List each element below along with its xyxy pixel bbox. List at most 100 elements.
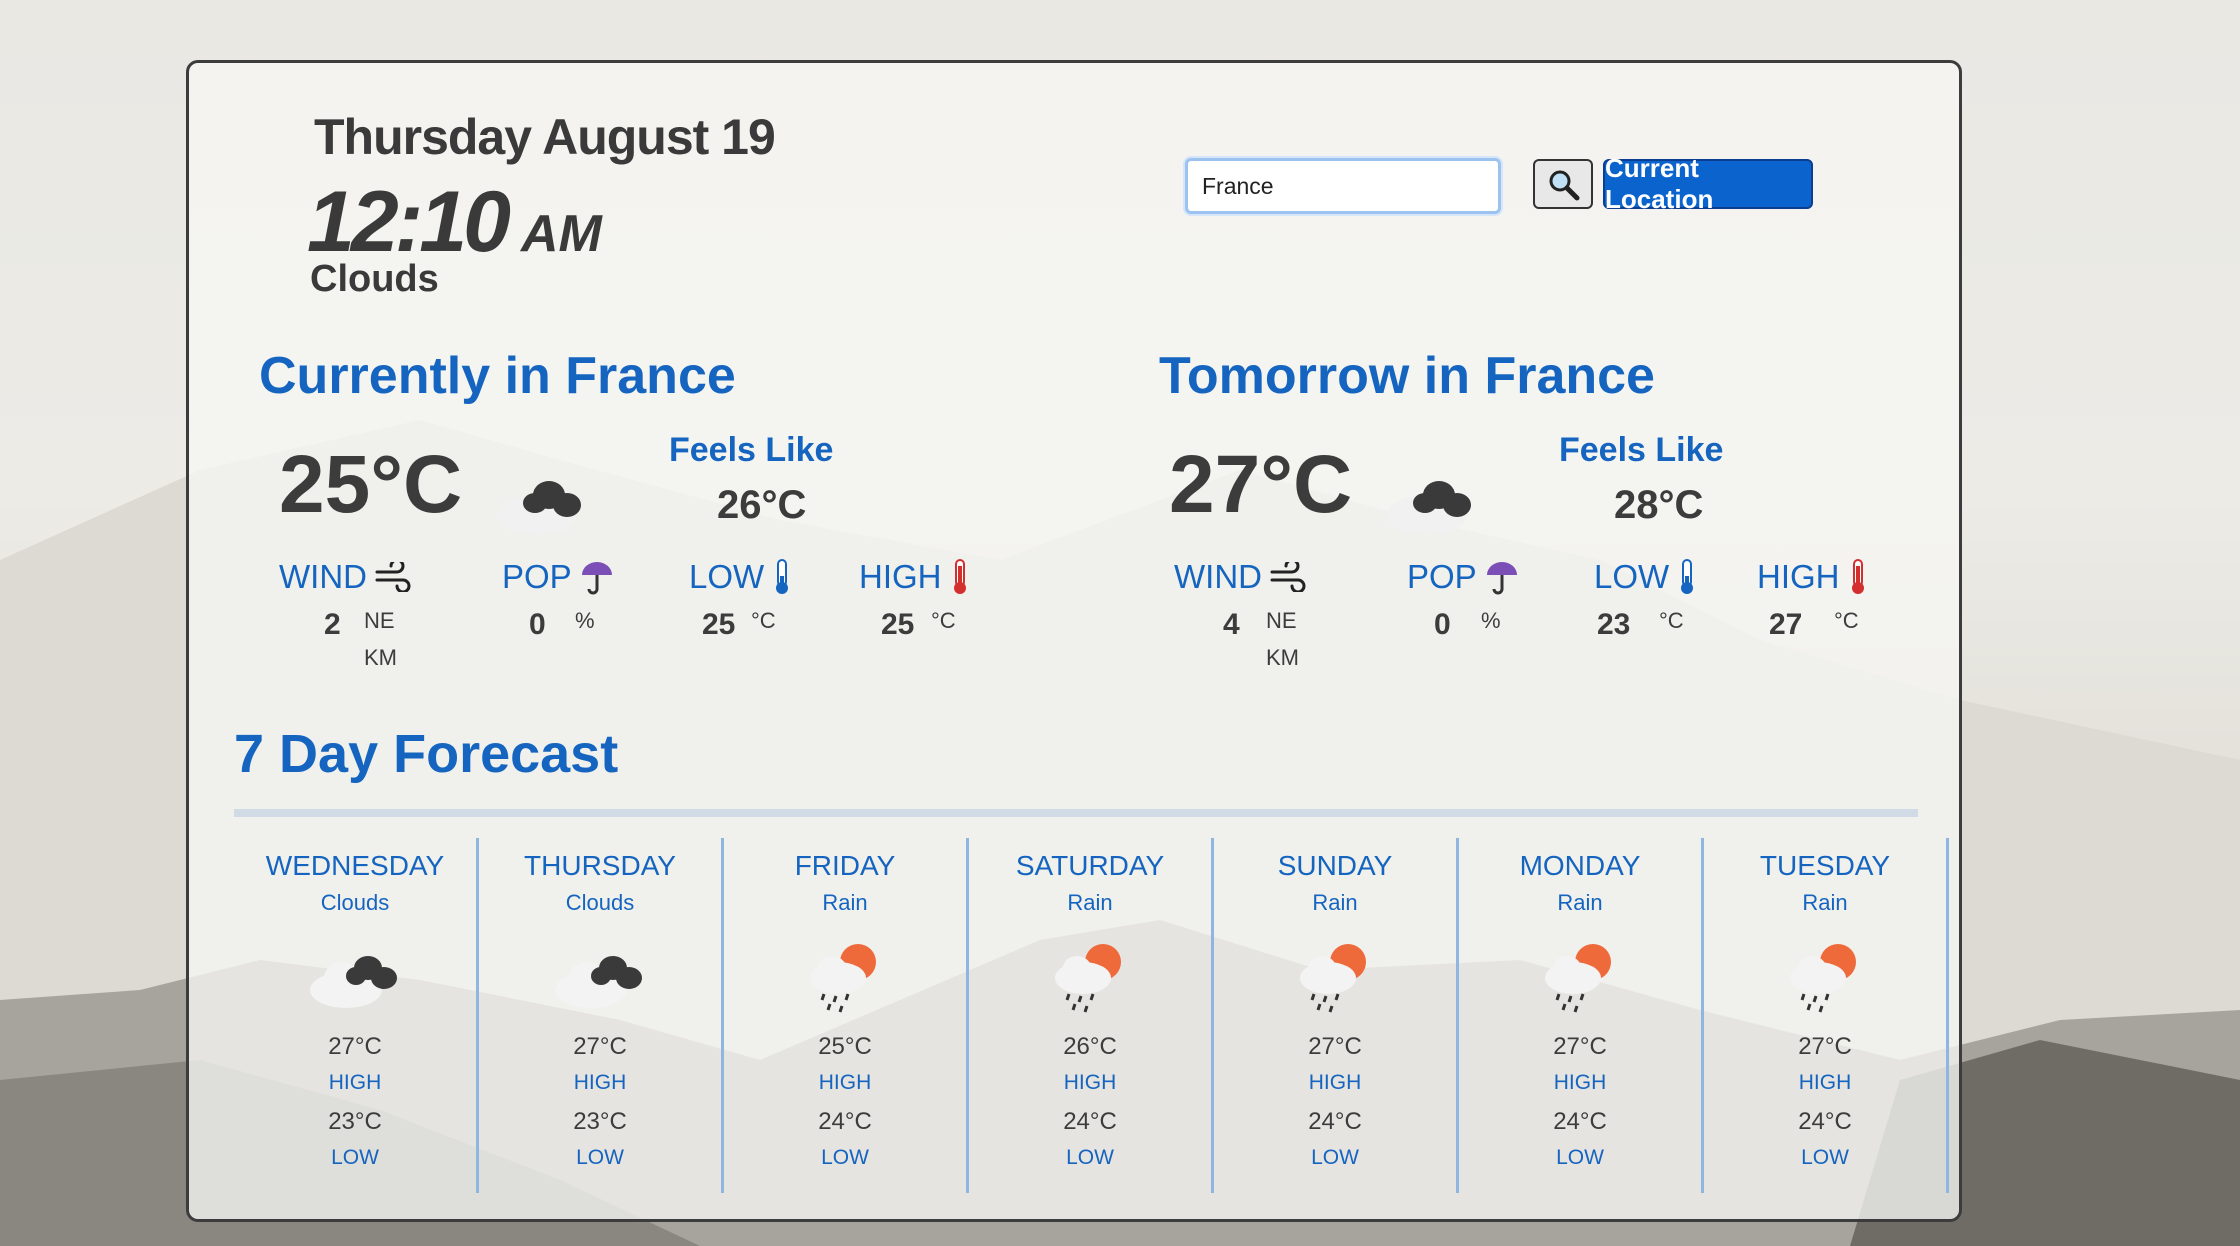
forecast-day-thursday: THURSDAY Clouds 27°C HIGH 23°C LOW (479, 838, 724, 1193)
day-high-temp: 27°C (1553, 1033, 1607, 1060)
day-high-temp: 27°C (1798, 1033, 1852, 1060)
tomorrow-low-label: LOW (1594, 558, 1697, 596)
forecast-day-sunday: SUNDAY Rain 27°C HIGH 24°C LOW (1214, 838, 1459, 1193)
day-condition: Clouds (320, 890, 390, 915)
day-low-label: LOW (331, 1146, 379, 1169)
day-high-temp: 25°C (818, 1033, 872, 1060)
tomorrow-high-value: 27 (1769, 608, 1803, 641)
current-pop-unit: % (575, 608, 595, 633)
forecast-divider (234, 809, 1918, 817)
day-name: FRIDAY (794, 850, 896, 881)
day-name: WEDNESDAY (265, 850, 445, 881)
dark-clouds-icon (497, 481, 581, 535)
tomorrow-high-unit: °C (1834, 608, 1859, 633)
magnifier-icon (1549, 170, 1580, 201)
current-low-value: 25 (702, 608, 736, 641)
day-low-temp: 23°C (328, 1108, 382, 1135)
wind-icon (1270, 562, 1306, 592)
day-name: SATURDAY (1015, 850, 1165, 881)
thermometer-high-icon (1851, 559, 1864, 594)
tomorrow-low-unit: °C (1659, 608, 1684, 633)
day-low-temp: 24°C (1798, 1108, 1852, 1135)
current-high-unit: °C (931, 608, 956, 633)
thermometer-low-icon (1681, 559, 1694, 594)
tomorrow-high-label: HIGH (1757, 558, 1868, 596)
tomorrow-wind-unit: KM (1266, 645, 1299, 670)
low-label-text: LOW (1594, 558, 1670, 595)
day-name: MONDAY (1519, 850, 1641, 881)
day-condition: Rain (822, 890, 868, 915)
ampm: AM (520, 205, 602, 263)
day-high-label: HIGH (1063, 1071, 1117, 1094)
current-high-label: HIGH (859, 558, 970, 596)
high-label-text: HIGH (1757, 558, 1840, 595)
current-low-label: LOW (689, 558, 792, 596)
day-condition: Rain (1557, 890, 1603, 915)
current-location-button[interactable]: Current Location (1603, 153, 1813, 214)
tomorrow-low-value: 23 (1597, 608, 1631, 641)
pop-label-text: POP (502, 558, 572, 595)
tomorrow-pop-unit: % (1481, 608, 1501, 633)
day-low-label: LOW (1311, 1146, 1359, 1169)
forecast-day-saturday: SATURDAY Rain 26°C HIGH 24°C LOW (969, 838, 1214, 1193)
search-button[interactable] (1533, 159, 1593, 209)
high-label-text: HIGH (859, 558, 942, 595)
tomorrow-heading: Tomorrow in France (1159, 347, 1655, 405)
forecast-day-friday: FRIDAY Rain 25°C HIGH 24°C LOW (724, 838, 969, 1193)
day-condition: Clouds (565, 890, 635, 915)
day-high-temp: 26°C (1063, 1033, 1117, 1060)
rain-sun-icon (1776, 938, 1876, 1018)
day-name: THURSDAY (524, 850, 676, 881)
tomorrow-temp: 27°C (1169, 439, 1353, 530)
tomorrow-pop-label: POP (1407, 558, 1519, 596)
day-condition: Rain (1067, 890, 1113, 915)
tomorrow-feels-value: 28°C (1614, 483, 1704, 527)
time-value: 12:10 (307, 174, 511, 270)
day-high-temp: 27°C (328, 1033, 382, 1060)
thermometer-low-icon (776, 559, 789, 594)
tomorrow-wind-dir: NE (1266, 608, 1297, 633)
day-high-label: HIGH (1308, 1071, 1362, 1094)
thermometer-high-icon (953, 559, 966, 594)
day-condition: Rain (1312, 890, 1358, 915)
day-low-label: LOW (821, 1146, 869, 1169)
day-condition: Rain (1802, 890, 1848, 915)
current-temp: 25°C (279, 439, 463, 530)
forecast-title: 7 Day Forecast (234, 724, 619, 784)
current-high-value: 25 (881, 608, 915, 641)
day-low-label: LOW (1066, 1146, 1114, 1169)
day-low-temp: 24°C (1553, 1108, 1607, 1135)
day-low-temp: 24°C (1063, 1108, 1117, 1135)
current-feels-label: Feels Like (669, 431, 834, 469)
tomorrow-wind-value: 4 (1223, 608, 1240, 641)
city-search-input[interactable] (1185, 158, 1501, 214)
current-wind-value: 2 (324, 608, 341, 641)
rain-sun-icon (796, 938, 896, 1018)
current-low-unit: °C (751, 608, 776, 633)
current-pop-value: 0 (529, 608, 546, 641)
day-high-label: HIGH (1553, 1071, 1607, 1094)
rain-sun-icon (1531, 938, 1631, 1018)
tomorrow-feels-label: Feels Like (1559, 431, 1724, 469)
day-low-temp: 24°C (818, 1108, 872, 1135)
current-pop-label: POP (502, 558, 614, 596)
current-heading: Currently in France (259, 347, 736, 405)
day-name: SUNDAY (1277, 850, 1393, 881)
tomorrow-wind-label: WIND (1174, 558, 1308, 596)
dark-clouds-icon (1387, 481, 1471, 535)
current-condition: Clouds (310, 258, 439, 300)
day-name: TUESDAY (1759, 850, 1891, 881)
forecast-day-wednesday: WEDNESDAY Clouds 27°C HIGH 23°C LOW (234, 838, 479, 1193)
wind-label-text: WIND (279, 558, 367, 595)
day-high-temp: 27°C (573, 1033, 627, 1060)
day-high-label: HIGH (818, 1071, 872, 1094)
day-high-temp: 27°C (1308, 1033, 1362, 1060)
current-wind-label: WIND (279, 558, 413, 596)
current-wind-dir: NE (364, 608, 395, 633)
day-low-temp: 24°C (1308, 1108, 1362, 1135)
rain-sun-icon (1041, 938, 1141, 1018)
weather-card: Thursday August 19 12:10AM Clouds Curren… (186, 60, 1962, 1222)
forecast-day-tuesday: TUESDAY Rain 27°C HIGH 24°C LOW (1704, 838, 1949, 1193)
day-high-label: HIGH (328, 1071, 382, 1094)
day-low-label: LOW (1556, 1146, 1604, 1169)
